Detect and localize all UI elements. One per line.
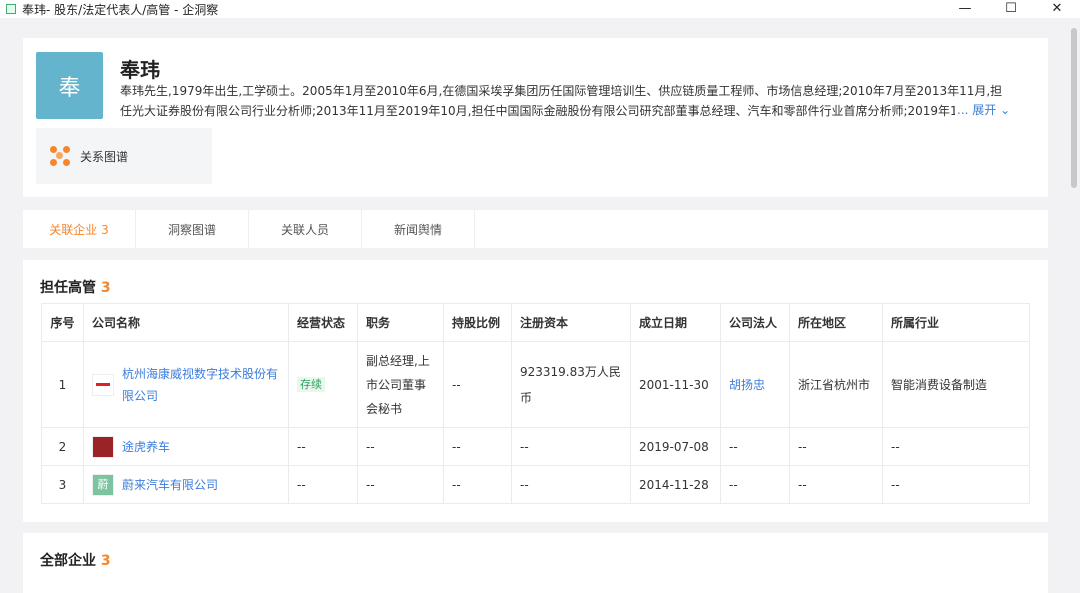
region-cell: -- (789, 427, 883, 466)
executive-table: 序号 公司名称 经营状态 职务 持股比例 注册资本 成立日期 公司法人 所在地区 所属行业 1 杭… (41, 303, 1030, 504)
all-companies-section: 全部企业 3 (23, 533, 1048, 593)
row-number: 2 (41, 427, 84, 466)
tab-related-companies[interactable]: 关联企业 3 (23, 210, 136, 248)
position-cell: 副总经理,上市公司董事会秘书 (357, 341, 444, 428)
legal-person-link: -- (720, 427, 790, 466)
executive-section: 担任高管 3 序号 公司名称 经营状态 职务 持股比例 注册资本 成立日期 公司法人 所在地区所… (23, 260, 1048, 522)
close-button[interactable]: ✕ (1034, 0, 1080, 18)
legal-person-link[interactable]: 胡扬忠 (720, 341, 790, 428)
relation-graph-label: 关系图谱 (80, 149, 129, 164)
section-count: 3 (100, 553, 111, 569)
window-title: 奉玮- 股东/法定代表人/高管 - 企洞察 (22, 2, 219, 17)
section-count: 3 (100, 280, 111, 296)
tab-related-people[interactable]: 关联人员 (249, 210, 362, 248)
column-header: 所在地区 (789, 303, 883, 342)
title-bar: 奉玮- 股东/法定代表人/高管 - 企洞察 — ☐ ✕ (0, 0, 1080, 18)
column-header: 公司名称 (83, 303, 289, 342)
status-badge: 存续 (297, 377, 325, 392)
column-header: 所属行业 (882, 303, 1030, 342)
app-icon (6, 4, 16, 14)
date-cell: 2019-07-08 (630, 427, 721, 466)
legal-person-link: -- (720, 465, 790, 504)
share-cell: -- (443, 465, 512, 504)
minimize-button[interactable]: — (942, 0, 988, 18)
company-link[interactable]: 蔚来汽车有限公司 (122, 474, 218, 496)
section-title: 担任高管 3 (40, 280, 111, 296)
column-header: 经营状态 (288, 303, 358, 342)
person-name: 奉玮 (120, 58, 160, 82)
capital-cell: -- (511, 465, 631, 504)
capital-cell: -- (511, 427, 631, 466)
column-header: 成立日期 (630, 303, 721, 342)
company-link[interactable]: 途虎养车 (122, 436, 170, 458)
column-header: 公司法人 (720, 303, 790, 342)
row-number: 1 (41, 341, 84, 428)
expand-link[interactable]: ... 展开 ⌄ (955, 101, 1011, 118)
section-title: 全部企业 3 (40, 553, 111, 569)
date-cell: 2001-11-30 (630, 341, 721, 428)
position-cell: -- (357, 465, 444, 504)
industry-cell: -- (882, 427, 1030, 466)
person-bio: 奉玮先生,1979年出生,工学硕士。2005年1月至2010年6月,在德国采埃孚… (120, 84, 1003, 118)
share-cell: -- (443, 341, 512, 428)
table-row: 3 蔚蔚来汽车有限公司 -- -- -- -- 2014-11-28 -- --… (41, 465, 1030, 504)
industry-cell: 智能消费设备制造 (882, 341, 1030, 428)
row-number: 3 (41, 465, 84, 504)
region-cell: 浙江省杭州市 (789, 341, 883, 428)
company-logo (92, 373, 114, 396)
scrollbar[interactable] (1071, 28, 1077, 188)
date-cell: 2014-11-28 (630, 465, 721, 504)
column-header: 注册资本 (511, 303, 631, 342)
tab-news[interactable]: 新闻舆情 (362, 210, 475, 248)
profile-card: 奉 奉玮 奉玮先生,1979年出生,工学硕士。2005年1月至2010年6月,在… (23, 38, 1048, 197)
capital-cell: 923319.83万人民币 (511, 341, 631, 428)
relation-graph-button[interactable]: 关系图谱 (36, 128, 212, 184)
table-row: 2 途虎养车 -- -- -- -- 2019-07-08 -- -- -- (41, 427, 1030, 466)
company-logo (92, 435, 114, 458)
position-cell: -- (357, 427, 444, 466)
tab-insight-graph[interactable]: 洞察图谱 (136, 210, 249, 248)
network-graph-icon (50, 146, 70, 166)
region-cell: -- (789, 465, 883, 504)
status-badge: -- (297, 439, 306, 454)
column-header: 职务 (357, 303, 444, 342)
avatar: 奉 (36, 52, 103, 119)
status-badge: -- (297, 477, 306, 492)
maximize-button[interactable]: ☐ (988, 0, 1034, 18)
table-row: 1 杭州海康威视数字技术股份有限公司 存续 副总经理,上市公司董事会秘书 -- … (41, 341, 1030, 428)
company-logo: 蔚 (92, 473, 114, 496)
share-cell: -- (443, 427, 512, 466)
company-link[interactable]: 杭州海康威视数字技术股份有限公司 (122, 363, 280, 407)
column-header: 序号 (41, 303, 84, 342)
column-header: 持股比例 (443, 303, 512, 342)
tab-bar: 关联企业 3 洞察图谱 关联人员 新闻舆情 (23, 210, 1048, 248)
industry-cell: -- (882, 465, 1030, 504)
